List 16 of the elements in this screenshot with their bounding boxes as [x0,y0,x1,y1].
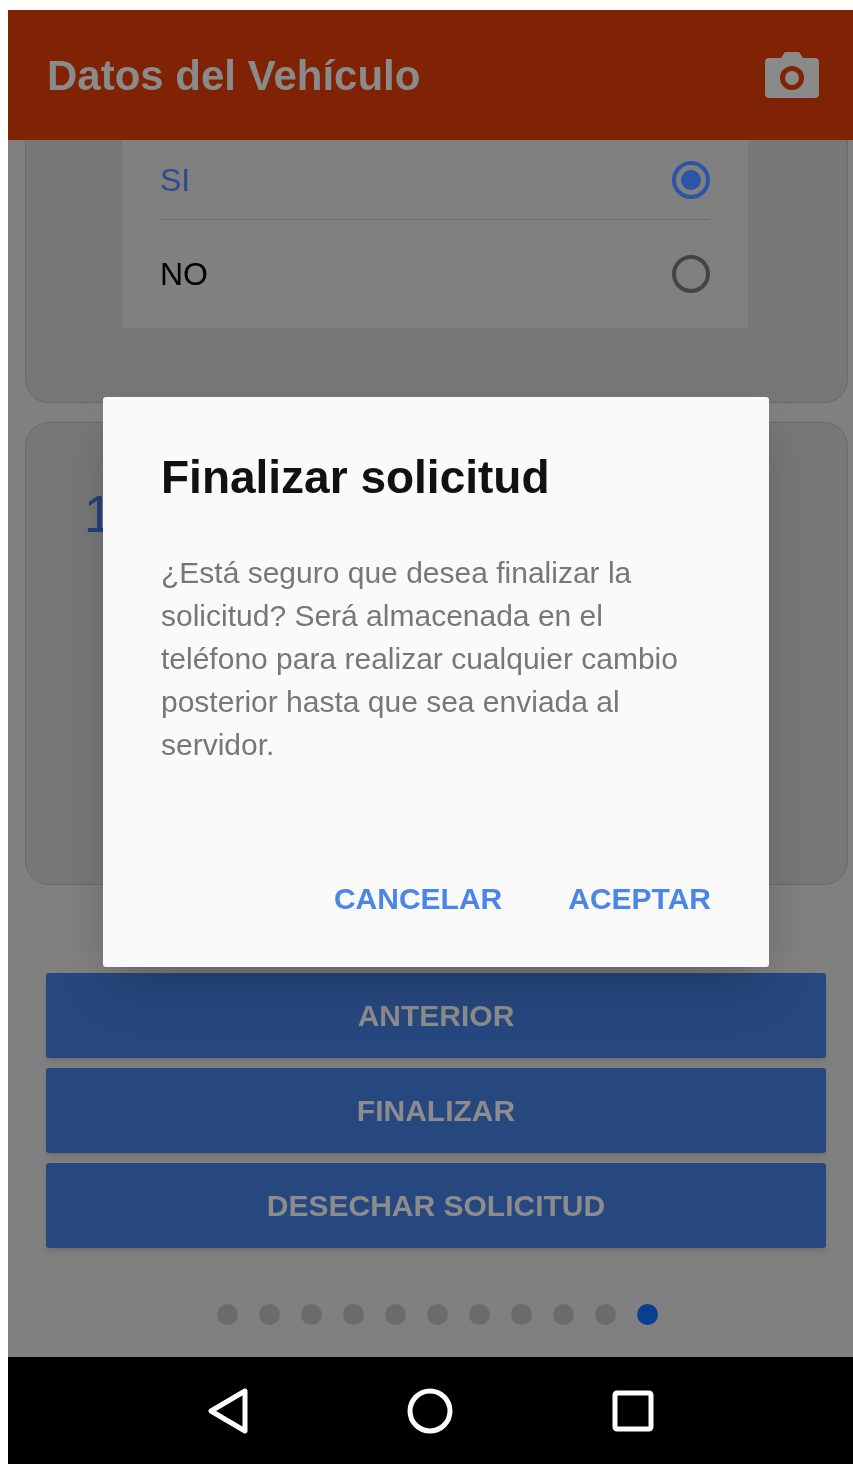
action-button[interactable]: FINALIZAR [46,1068,826,1153]
option-label: NO [160,255,208,294]
camera-icon[interactable] [765,52,819,98]
dialog-title: Finalizar solicitud [161,450,551,505]
action-button[interactable]: DESECHAR SOLICITUD [46,1163,826,1248]
action-button[interactable]: ANTERIOR [46,973,826,1058]
radio-button[interactable] [672,160,710,199]
option-label: SI [160,160,191,200]
recents-icon[interactable] [611,1389,654,1432]
dialog-button[interactable]: CANCELAR [333,876,503,921]
home-icon[interactable] [407,1387,454,1434]
app-title: Datos del Vehículo [47,50,421,101]
dialog-message: ¿Está seguro que desea finalizar la solicitud? Será almacenada en el teléfono para realizar cualquier cambio posterior hasta que sea enviada al servidor. [161,554,679,763]
back-icon[interactable] [207,1387,250,1434]
radio-button[interactable] [672,255,710,293]
dialog-button[interactable]: ACEPTAR [568,876,711,921]
